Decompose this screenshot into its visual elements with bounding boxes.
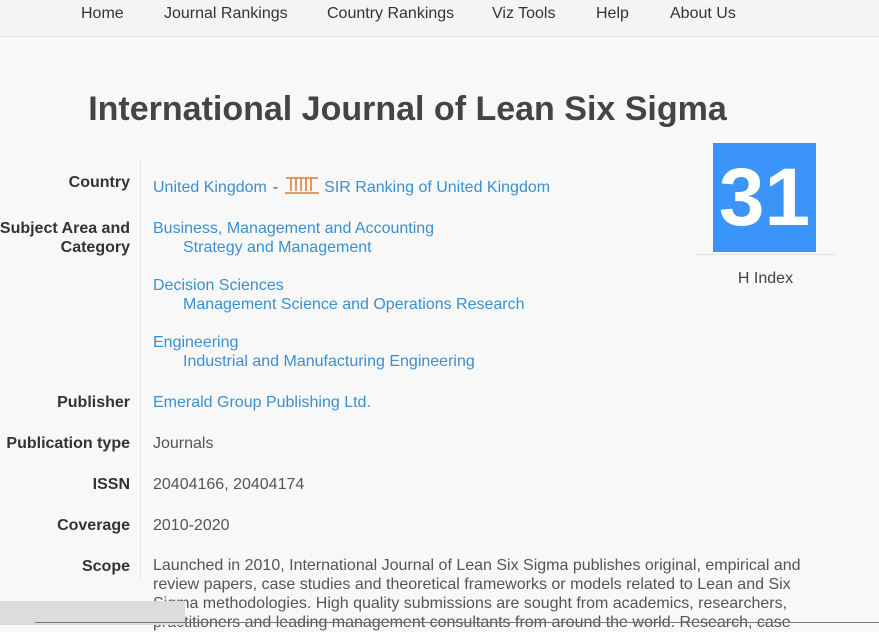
nav-journal-rankings[interactable]: Journal Rankings — [164, 5, 288, 23]
page-title: International Journal of Lean Six Sigma — [88, 90, 727, 128]
country-label: Country — [68, 174, 130, 191]
category-link-2[interactable]: Management Science and Operations Resear… — [183, 295, 525, 314]
nav-viz-tools[interactable]: Viz Tools — [492, 5, 555, 23]
country-row: United Kingdom - SIR Ranking of United Ki… — [153, 174, 550, 201]
nav-home[interactable]: Home — [81, 5, 124, 23]
country-separator: - — [272, 179, 279, 196]
coverage-value: 2010-2020 — [153, 517, 230, 534]
sir-ranking-link[interactable]: SIR Ranking of United Kingdom — [324, 179, 550, 196]
scope-label: Scope — [81, 558, 130, 575]
publisher-link[interactable]: Emerald Group Publishing Ltd. — [153, 393, 371, 412]
publication-type-value: Journals — [153, 435, 214, 452]
subject-area-link-1[interactable]: Business, Management and Accounting — [153, 219, 434, 238]
top-navigation: Home Journal Rankings Country Rankings V… — [0, 0, 879, 37]
divider — [140, 160, 141, 580]
subject-label-line2: Category — [60, 239, 130, 256]
publisher-label: Publisher — [57, 394, 130, 411]
country-link[interactable]: United Kingdom — [153, 179, 267, 196]
issn-value: 20404166, 20404174 — [153, 476, 305, 493]
publication-type-label: Publication type — [6, 435, 130, 452]
h-index-value: 31 — [713, 143, 816, 252]
subject-label-line1: Subject Area and — [0, 220, 130, 237]
coverage-label: Coverage — [57, 517, 130, 534]
nav-about-us[interactable]: About Us — [670, 5, 736, 23]
category-link-1[interactable]: Strategy and Management — [183, 238, 372, 257]
category-link-3[interactable]: Industrial and Manufacturing Engineering — [183, 352, 475, 371]
subject-area-label: Subject Area and Category — [0, 219, 130, 257]
subject-area-link-3[interactable]: Engineering — [153, 333, 238, 352]
nav-country-rankings[interactable]: Country Rankings — [327, 5, 454, 23]
h-index-divider — [695, 254, 836, 255]
h-index-label: H Index — [737, 270, 794, 287]
subject-area-link-2[interactable]: Decision Sciences — [153, 276, 284, 295]
sir-ranking-icon[interactable] — [284, 174, 320, 201]
scope-text: Launched in 2010, International Journal … — [153, 557, 801, 631]
bottom-divider — [35, 622, 879, 623]
issn-label: ISSN — [92, 476, 130, 493]
nav-help[interactable]: Help — [596, 5, 629, 23]
